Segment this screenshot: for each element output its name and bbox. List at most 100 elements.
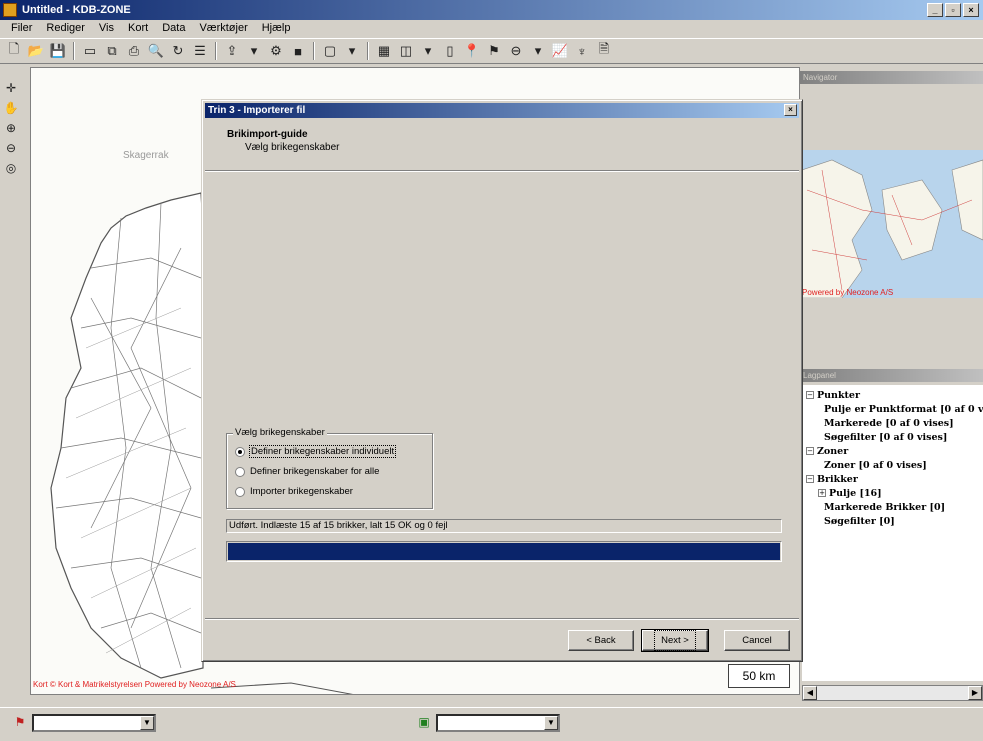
print-icon[interactable]: ⎙ <box>124 41 144 61</box>
collapse-icon[interactable]: − <box>806 391 814 399</box>
wizard-subheading: Vælg brikegenskaber <box>245 142 340 153</box>
dropdown-icon[interactable]: ▾ <box>342 41 362 61</box>
map-tools: ✛ ✋ ⊕ ⊖ ◎ <box>0 65 22 705</box>
panel-icon[interactable]: ▯ <box>440 41 460 61</box>
grid-icon[interactable]: ▦ <box>374 41 394 61</box>
radio-selected-icon[interactable] <box>235 446 245 457</box>
tree-row[interactable]: Søgefilter [0 af 0 vises] <box>802 431 983 445</box>
toolbar-separator <box>367 42 369 60</box>
chevron-down-icon[interactable]: ▼ <box>544 716 558 730</box>
open-icon[interactable]: 📂 <box>26 41 46 61</box>
app-icon <box>3 3 17 17</box>
export-icon[interactable]: ⇪ <box>222 41 242 61</box>
select-arrow-icon[interactable]: ✛ <box>2 79 20 97</box>
navigator-map[interactable]: Powered by Neozone A/S <box>802 150 983 298</box>
scroll-left-icon[interactable]: ◀ <box>803 686 817 700</box>
zoom-extent-icon[interactable]: ◎ <box>2 159 20 177</box>
close-button[interactable]: × <box>963 3 979 17</box>
menu-filer[interactable]: Filer <box>4 20 39 38</box>
dialog-title: Trin 3 - Importerer fil <box>208 105 306 116</box>
menu-vis[interactable]: Vis <box>92 20 121 38</box>
expand-icon[interactable]: + <box>818 489 826 497</box>
stop-icon[interactable]: ■ <box>288 41 308 61</box>
tile-icon[interactable]: ◫ <box>396 41 416 61</box>
back-button[interactable]: < Back <box>568 630 634 651</box>
dialog-close-button[interactable]: × <box>784 104 797 116</box>
chart-icon[interactable]: 📈 <box>550 41 570 61</box>
map-copyright: Kort © Kort & Matrikelstyrelsen Powered … <box>33 680 236 689</box>
tree-row[interactable]: − Zoner <box>802 445 983 459</box>
menu-rediger[interactable]: Rediger <box>39 20 92 38</box>
tree-row[interactable]: Markerede [0 af 0 vises] <box>802 417 983 431</box>
menu-hjaelp[interactable]: Hjælp <box>255 20 298 38</box>
tree-row[interactable]: − Brikker <box>802 473 983 487</box>
maximize-button[interactable]: ▫ <box>945 3 961 17</box>
radio-import[interactable]: Importer brikegenskaber <box>235 486 353 497</box>
scroll-right-icon[interactable]: ▶ <box>968 686 982 700</box>
dropdown-icon[interactable]: ▾ <box>418 41 438 61</box>
copy-icon[interactable]: ⧉ <box>102 41 122 61</box>
radio-icon[interactable] <box>235 466 245 477</box>
cancel-button[interactable]: Cancel <box>724 630 790 651</box>
collapse-icon[interactable]: − <box>806 475 814 483</box>
tree-row[interactable]: Pulje er Punktformat [0 af 0 vises] <box>802 403 983 417</box>
save-icon[interactable]: 💾 <box>48 41 68 61</box>
tree-row[interactable]: + Pulje [16] <box>802 487 983 501</box>
tree-icon[interactable]: ♆ <box>572 41 592 61</box>
zoom-out-icon[interactable]: ⊖ <box>2 139 20 157</box>
collapse-icon[interactable]: − <box>806 447 814 455</box>
radio-define-all[interactable]: Definer brikegenskaber for alle <box>235 466 379 477</box>
pan-hand-icon[interactable]: ✋ <box>2 99 20 117</box>
sea-label: Skagerrak <box>123 150 169 161</box>
navigator-header[interactable]: Navigator <box>800 71 983 84</box>
layer-icon[interactable]: ▭ <box>80 41 100 61</box>
layer-tool-icon[interactable]: ▣ <box>416 714 432 730</box>
properties-groupbox: Vælg brikegenskaber Definer brikegenskab… <box>226 427 433 509</box>
wizard-heading: Brikimport-guide <box>227 129 308 140</box>
radio-icon[interactable] <box>235 486 245 497</box>
next-button[interactable]: Next > <box>641 629 709 652</box>
toolbar-separator <box>313 42 315 60</box>
menubar: Filer Rediger Vis Kort Data Værktøjer Hj… <box>0 20 983 38</box>
radio-define-individually[interactable]: Definer brikegenskaber individuelt <box>235 445 397 458</box>
dropdown-icon[interactable]: ▾ <box>528 41 548 61</box>
document-icon[interactable]: 🗎 <box>594 41 614 61</box>
tree-row[interactable]: − Punkter <box>802 389 983 403</box>
toolbar-separator <box>73 42 75 60</box>
layer-tree[interactable]: −Punkter Pulje er Punktformat [0 af 0 vi… <box>802 385 983 681</box>
toolbar-separator <box>215 42 217 60</box>
status-combo-right[interactable]: ▼ <box>436 714 560 732</box>
refresh-icon[interactable]: ↻ <box>168 41 188 61</box>
settings-icon[interactable]: ⚙ <box>266 41 286 61</box>
layers-header[interactable]: Lagpanel <box>800 369 983 382</box>
navigator-copyright: Powered by Neozone A/S <box>802 288 894 297</box>
scale-bar: 50 km <box>728 664 790 688</box>
chevron-down-icon[interactable]: ▼ <box>140 716 154 730</box>
dialog-titlebar[interactable]: Trin 3 - Importerer fil × <box>205 103 799 118</box>
menu-kort[interactable]: Kort <box>121 20 155 38</box>
dialog-header: Brikimport-guide Vælg brikegenskaber <box>205 119 799 171</box>
print-preview-icon[interactable]: 🔍 <box>146 41 166 61</box>
zoom-in-icon[interactable]: ⊕ <box>2 119 20 137</box>
window-titlebar[interactable]: Untitled - KDB-ZONE _ ▫ × <box>0 0 983 20</box>
new-icon[interactable]: 🗋 <box>4 41 24 61</box>
minimize-button[interactable]: _ <box>927 3 943 17</box>
window-icon[interactable]: ▢ <box>320 41 340 61</box>
tree-row[interactable]: Søgefilter [0] <box>802 515 983 529</box>
status-combo-left[interactable]: ▼ <box>32 714 156 732</box>
flag-icon[interactable]: ⚑ <box>484 41 504 61</box>
tree-row[interactable]: Markerede Brikker [0] <box>802 501 983 515</box>
menu-data[interactable]: Data <box>155 20 192 38</box>
properties-icon[interactable]: ☰ <box>190 41 210 61</box>
pin-icon[interactable]: 📍 <box>462 41 482 61</box>
layer-tree-scrollbar[interactable]: ◀ ▶ <box>802 685 983 701</box>
menu-vaerktojer[interactable]: Værktøjer <box>192 20 254 38</box>
navigator-canvas <box>802 159 983 298</box>
tree-row[interactable]: Zoner [0 af 0 vises] <box>802 459 983 473</box>
import-status-text: Udført. Indlæste 15 af 15 brikker, lalt … <box>226 519 782 533</box>
progress-fill <box>228 543 780 560</box>
marker-tool-icon[interactable]: ⚑ <box>12 714 28 730</box>
target-icon[interactable]: ⊖ <box>506 41 526 61</box>
groupbox-label: Vælg brikegenskaber <box>233 427 327 438</box>
dropdown-icon[interactable]: ▾ <box>244 41 264 61</box>
